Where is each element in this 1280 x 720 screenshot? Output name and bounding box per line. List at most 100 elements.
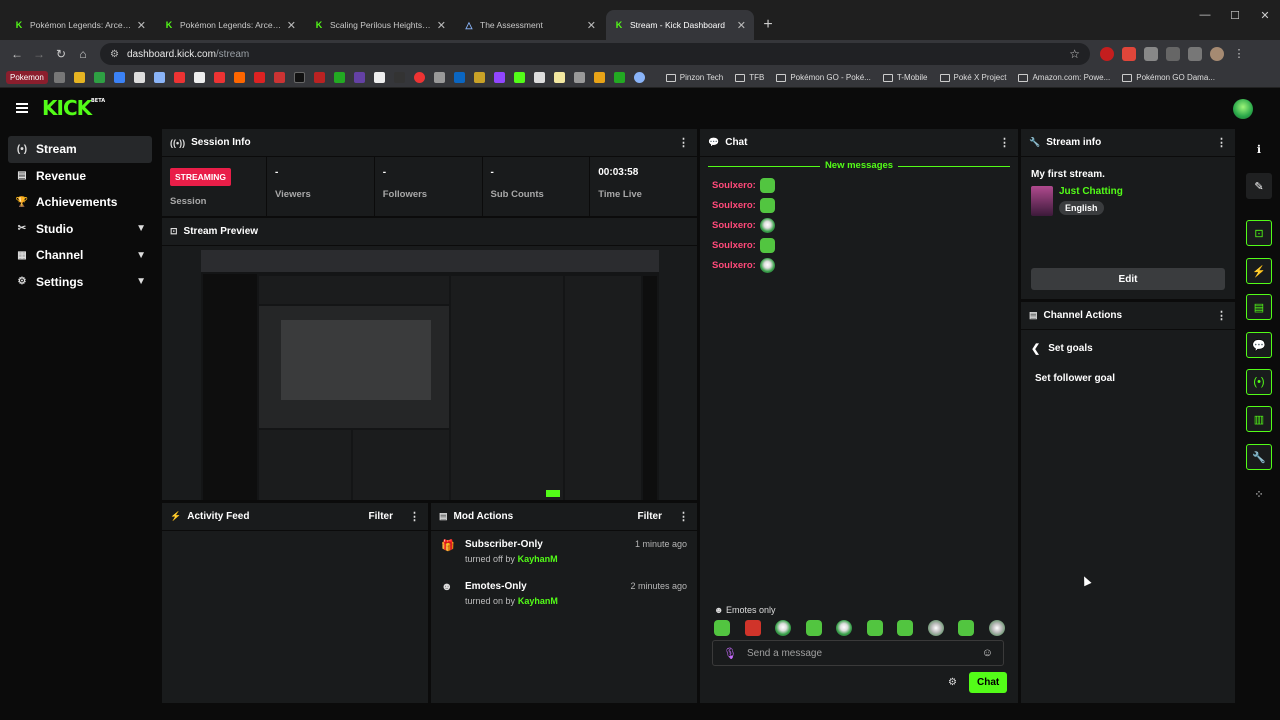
adblock-icon[interactable] [1122, 47, 1136, 61]
sidebar-item-revenue[interactable]: ▤ Revenue [8, 163, 152, 190]
browser-tab[interactable]: K Scaling Perilous Heights - Miss ✕ [306, 10, 454, 40]
document-icon[interactable]: ▤ [1246, 294, 1272, 320]
bookmark-icon[interactable] [573, 72, 585, 83]
info-icon[interactable]: ℹ [1246, 136, 1272, 162]
sidebar-item-stream[interactable]: (•) Stream [8, 136, 152, 163]
bookmark-icon[interactable] [253, 72, 265, 83]
filter-button[interactable]: Filter [638, 511, 662, 522]
mod-action-user[interactable]: KayhanM [518, 554, 558, 564]
bookmark-pokemon[interactable]: Pokemon [6, 71, 48, 84]
bookmark-icon[interactable] [133, 72, 145, 83]
set-goals-back-button[interactable]: ❮ Set goals [1031, 342, 1235, 355]
bookmark-icon[interactable] [313, 72, 325, 83]
apps-icon[interactable] [53, 72, 65, 83]
emote-icon[interactable] [866, 620, 883, 636]
stream-preview-video[interactable] [201, 250, 659, 500]
sidebar-item-settings[interactable]: ⚙ Settings ▼ [8, 269, 152, 296]
url-input[interactable]: ⚙ dashboard.kick.com/stream ☆ [100, 43, 1090, 65]
category-name[interactable]: Just Chatting [1059, 186, 1123, 197]
bookmark-icon[interactable] [153, 72, 165, 83]
wrench-icon[interactable]: 🔧 [1246, 444, 1272, 470]
scan-icon[interactable]: ⊡ [1246, 220, 1272, 246]
bookmark-icon[interactable] [473, 72, 485, 83]
kick-logo[interactable]: KICK BETA [42, 96, 105, 120]
bookmark-folder[interactable]: Pinzon Tech [665, 73, 723, 82]
bookmark-folder[interactable]: Pokémon GO - Poké... [776, 73, 871, 82]
send-chat-button[interactable]: Chat [969, 672, 1008, 693]
set-follower-goal-item[interactable]: Set follower goal [1035, 373, 1235, 384]
tab-close-icon[interactable]: ✕ [287, 19, 296, 32]
dots-icon[interactable]: ⁘ [1246, 481, 1272, 507]
emote-icon[interactable] [805, 620, 822, 636]
sidebar-item-studio[interactable]: ✂ Studio ▼ [8, 216, 152, 243]
puzzle-icon[interactable] [1144, 47, 1158, 61]
tab-close-icon[interactable]: ✕ [437, 19, 446, 32]
kebab-menu-icon[interactable]: ⋮ [1216, 309, 1227, 322]
home-icon[interactable]: ⌂ [72, 43, 94, 65]
emote-icon[interactable] [988, 620, 1005, 636]
kebab-menu-icon[interactable]: ⋮ [678, 510, 689, 523]
chat-settings-icon[interactable]: ⚙ [948, 677, 957, 688]
emote-icon[interactable] [836, 620, 852, 636]
edit-button[interactable]: Edit [1031, 268, 1225, 290]
kebab-menu-icon[interactable]: ⋮ [409, 510, 420, 523]
site-info-icon[interactable]: ⚙ [110, 49, 119, 60]
bookmark-icon[interactable] [193, 72, 205, 83]
bookmark-icon[interactable] [113, 72, 125, 83]
reload-icon[interactable]: ↻ [50, 43, 72, 65]
chat-username[interactable]: Soulxero: [712, 200, 756, 211]
chat-username[interactable]: Soulxero: [712, 220, 756, 231]
forward-icon[interactable]: → [28, 43, 50, 65]
bookmark-icon[interactable] [553, 72, 565, 83]
maximize-icon[interactable]: ☐ [1220, 0, 1250, 30]
emote-icon[interactable] [714, 620, 730, 636]
bookmark-folder[interactable]: TFB [735, 73, 764, 82]
microphone-icon[interactable]: 🎙 [723, 647, 737, 660]
new-tab-icon[interactable]: + [756, 10, 780, 40]
profile-icon[interactable] [1210, 47, 1224, 61]
bookmark-folder[interactable]: Pokémon GO Dama... [1122, 73, 1215, 82]
bookmark-folder[interactable]: Amazon.com: Powe... [1018, 73, 1110, 82]
bookmark-icon[interactable] [213, 72, 225, 83]
layout-icon[interactable]: ▥ [1246, 406, 1272, 432]
kebab-menu-icon[interactable]: ⋮ [1216, 136, 1227, 149]
mod-action-user[interactable]: KayhanM [518, 596, 558, 606]
browser-tab[interactable]: K Pokémon Legends: Arceus - Ite ✕ [6, 10, 154, 40]
broadcast-icon[interactable]: (•) [1246, 369, 1272, 395]
bookmark-icon[interactable] [393, 72, 405, 83]
bookmark-folder[interactable]: Poké X Project [939, 73, 1006, 82]
emote-icon[interactable] [775, 620, 791, 636]
emote-icon[interactable] [744, 620, 761, 636]
browser-tab[interactable]: K Pokémon Legends: Arceus - Re ✕ [156, 10, 304, 40]
bookmark-icon[interactable] [453, 72, 465, 83]
bookmark-folder[interactable]: T-Mobile [882, 73, 928, 82]
emote-icon[interactable] [927, 620, 944, 636]
media-icon[interactable] [1188, 47, 1202, 61]
bookmark-icon[interactable] [273, 72, 285, 83]
emoji-picker-icon[interactable]: ☺ [982, 647, 993, 659]
browser-tab[interactable]: △ The Assessment ✕ [456, 10, 604, 40]
bookmark-icon[interactable] [233, 72, 245, 83]
back-icon[interactable]: ← [6, 43, 28, 65]
chat-bubble-icon[interactable]: 💬 [1246, 332, 1272, 358]
tab-close-icon[interactable]: ✕ [737, 19, 746, 32]
chat-username[interactable]: Soulxero: [712, 240, 756, 251]
bookmark-icon[interactable] [373, 72, 385, 83]
tab-close-icon[interactable]: ✕ [587, 19, 596, 32]
bookmark-icon[interactable] [533, 72, 545, 83]
more-icon[interactable]: ⋮ [1232, 47, 1246, 61]
hamburger-menu-icon[interactable] [16, 103, 28, 113]
bookmark-icon[interactable] [433, 72, 445, 83]
bookmark-icon[interactable] [613, 72, 625, 83]
chat-message-input[interactable]: 🎙 Send a message ☺ [712, 640, 1004, 666]
bookmark-icon[interactable] [353, 72, 365, 83]
user-avatar[interactable] [1233, 99, 1253, 119]
browser-tab[interactable]: K Stream - Kick Dashboard ✕ [606, 10, 754, 40]
bookmark-icon[interactable] [333, 72, 345, 83]
sidebar-item-achievements[interactable]: 🏆 Achievements [8, 189, 152, 216]
bookmark-icon[interactable] [493, 72, 505, 83]
sidebar-item-channel[interactable]: ▦ Channel ▼ [8, 242, 152, 269]
kebab-menu-icon[interactable]: ⋮ [999, 136, 1010, 149]
cast-icon[interactable] [1166, 47, 1180, 61]
filter-button[interactable]: Filter [369, 511, 393, 522]
